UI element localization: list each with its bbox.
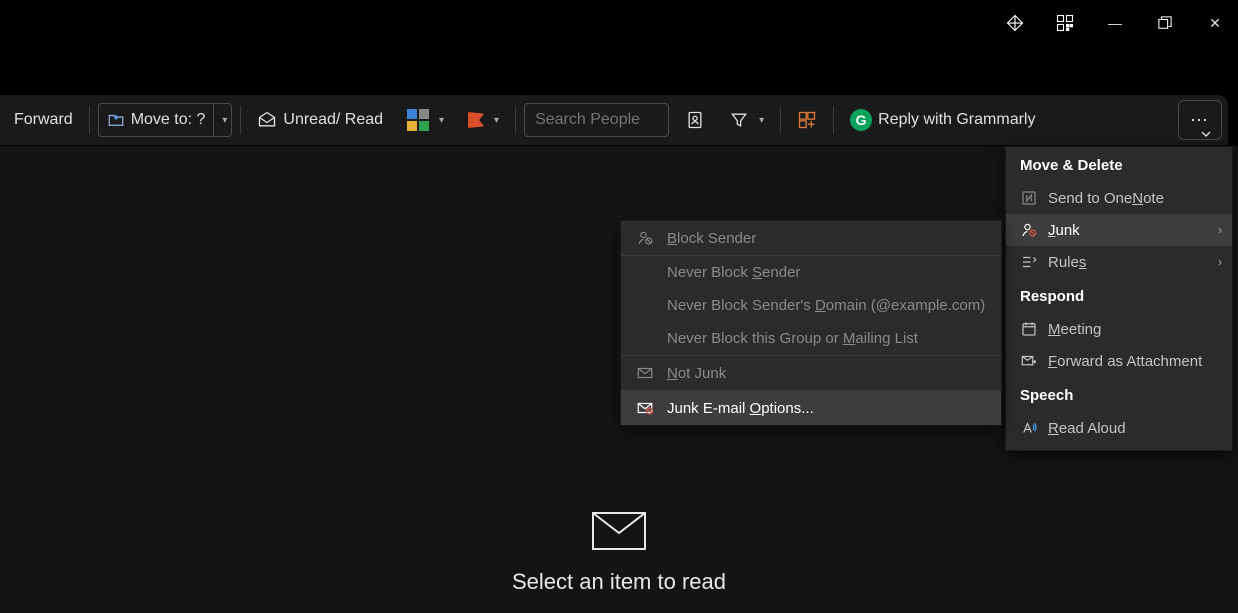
unread-read-label: Unread/ Read: [283, 111, 383, 129]
qr-icon[interactable]: [1050, 8, 1080, 38]
send-to-onenote-item[interactable]: Send to OneNote: [1006, 182, 1232, 214]
envelope-open-icon: [257, 110, 277, 130]
never-block-group-item[interactable]: Never Block this Group or Mailing List: [621, 322, 1001, 355]
item-label: Send to OneNote: [1048, 190, 1164, 207]
separator: [833, 106, 834, 134]
grammarly-button[interactable]: G Reply with Grammarly: [842, 104, 1043, 136]
flag-button[interactable]: ▾: [460, 107, 507, 133]
item-label: Junk E-mail Options...: [667, 400, 814, 417]
folder-move-icon: [107, 111, 125, 129]
not-junk-item[interactable]: Not Junk: [621, 356, 1001, 390]
maximize-button[interactable]: [1150, 8, 1180, 38]
overflow-panel: Move & Delete Send to OneNote Junk › Rul…: [1005, 146, 1233, 451]
collapse-ribbon-button[interactable]: [1198, 126, 1214, 147]
addins-button[interactable]: [789, 105, 825, 135]
panel-heading-speech: Speech: [1006, 377, 1232, 412]
search-people-input[interactable]: [524, 103, 669, 137]
filter-icon: [729, 110, 749, 130]
junk-item[interactable]: Junk ›: [1006, 214, 1232, 246]
grammarly-icon: G: [850, 109, 872, 131]
panel-heading-respond: Respond: [1006, 278, 1232, 313]
envelope-icon: [591, 511, 647, 551]
forward-attachment-icon: [1020, 352, 1038, 370]
item-label: Not Junk: [667, 365, 726, 382]
block-sender-icon: [636, 229, 654, 247]
separator: [240, 106, 241, 134]
forward-label: Forward: [14, 111, 73, 129]
minimize-button[interactable]: —: [1100, 8, 1130, 38]
never-block-domain-item[interactable]: Never Block Sender's Domain (@example.co…: [621, 289, 1001, 322]
separator: [515, 106, 516, 134]
unread-read-button[interactable]: Unread/ Read: [249, 105, 391, 135]
move-to-dropdown[interactable]: ▾: [213, 104, 231, 136]
separator: [780, 106, 781, 134]
calendar-icon: [1020, 320, 1038, 338]
premium-icon[interactable]: [1000, 8, 1030, 38]
address-book-icon: [685, 110, 705, 130]
addins-icon: [797, 110, 817, 130]
categorize-icon: [407, 109, 429, 131]
block-sender-item[interactable]: Block Sender: [621, 221, 1001, 255]
meeting-item[interactable]: Meeting: [1006, 313, 1232, 345]
categorize-button[interactable]: ▾: [399, 104, 452, 136]
ribbon-toolbar: Forward Move to: ? ▾ Unread/ Read ▾ ▾ ▾ …: [0, 95, 1228, 145]
item-label: Never Block this Group or Mailing List: [667, 330, 918, 347]
forward-attachment-item[interactable]: Forward as Attachment: [1006, 345, 1232, 377]
read-aloud-item[interactable]: Read Aloud: [1006, 412, 1232, 444]
close-button[interactable]: ✕: [1200, 8, 1230, 38]
item-label: Meeting: [1048, 321, 1101, 338]
item-label: Never Block Sender: [667, 264, 800, 281]
rules-item[interactable]: Rules ›: [1006, 246, 1232, 278]
envelope-icon: [636, 364, 654, 382]
never-block-sender-item[interactable]: Never Block Sender: [621, 256, 1001, 289]
junk-options-item[interactable]: Junk E-mail Options...: [621, 391, 1001, 425]
read-aloud-icon: [1020, 419, 1038, 437]
onenote-icon: [1020, 189, 1038, 207]
move-to-combo[interactable]: Move to: ? ▾: [98, 103, 233, 137]
grammarly-label: Reply with Grammarly: [878, 111, 1035, 129]
panel-heading-move-delete: Move & Delete: [1006, 147, 1232, 182]
empty-state-text: Select an item to read: [512, 569, 726, 595]
junk-envelope-icon: [636, 399, 654, 417]
filter-button[interactable]: ▾: [721, 105, 772, 135]
junk-person-icon: [1020, 221, 1038, 239]
item-label: Never Block Sender's Domain (@example.co…: [667, 297, 985, 314]
item-label: Block Sender: [667, 230, 756, 247]
move-to-label: Move to: ?: [131, 111, 206, 129]
separator: [89, 106, 90, 134]
forward-button[interactable]: Forward: [6, 106, 81, 134]
address-book-button[interactable]: [677, 105, 713, 135]
item-label: Forward as Attachment: [1048, 353, 1202, 370]
junk-submenu: Block Sender Never Block Sender Never Bl…: [620, 220, 1002, 426]
item-label: Junk: [1048, 222, 1080, 239]
flag-icon: [468, 112, 484, 128]
rules-icon: [1020, 253, 1038, 271]
item-label: Read Aloud: [1048, 420, 1126, 437]
item-label: Rules: [1048, 254, 1086, 271]
